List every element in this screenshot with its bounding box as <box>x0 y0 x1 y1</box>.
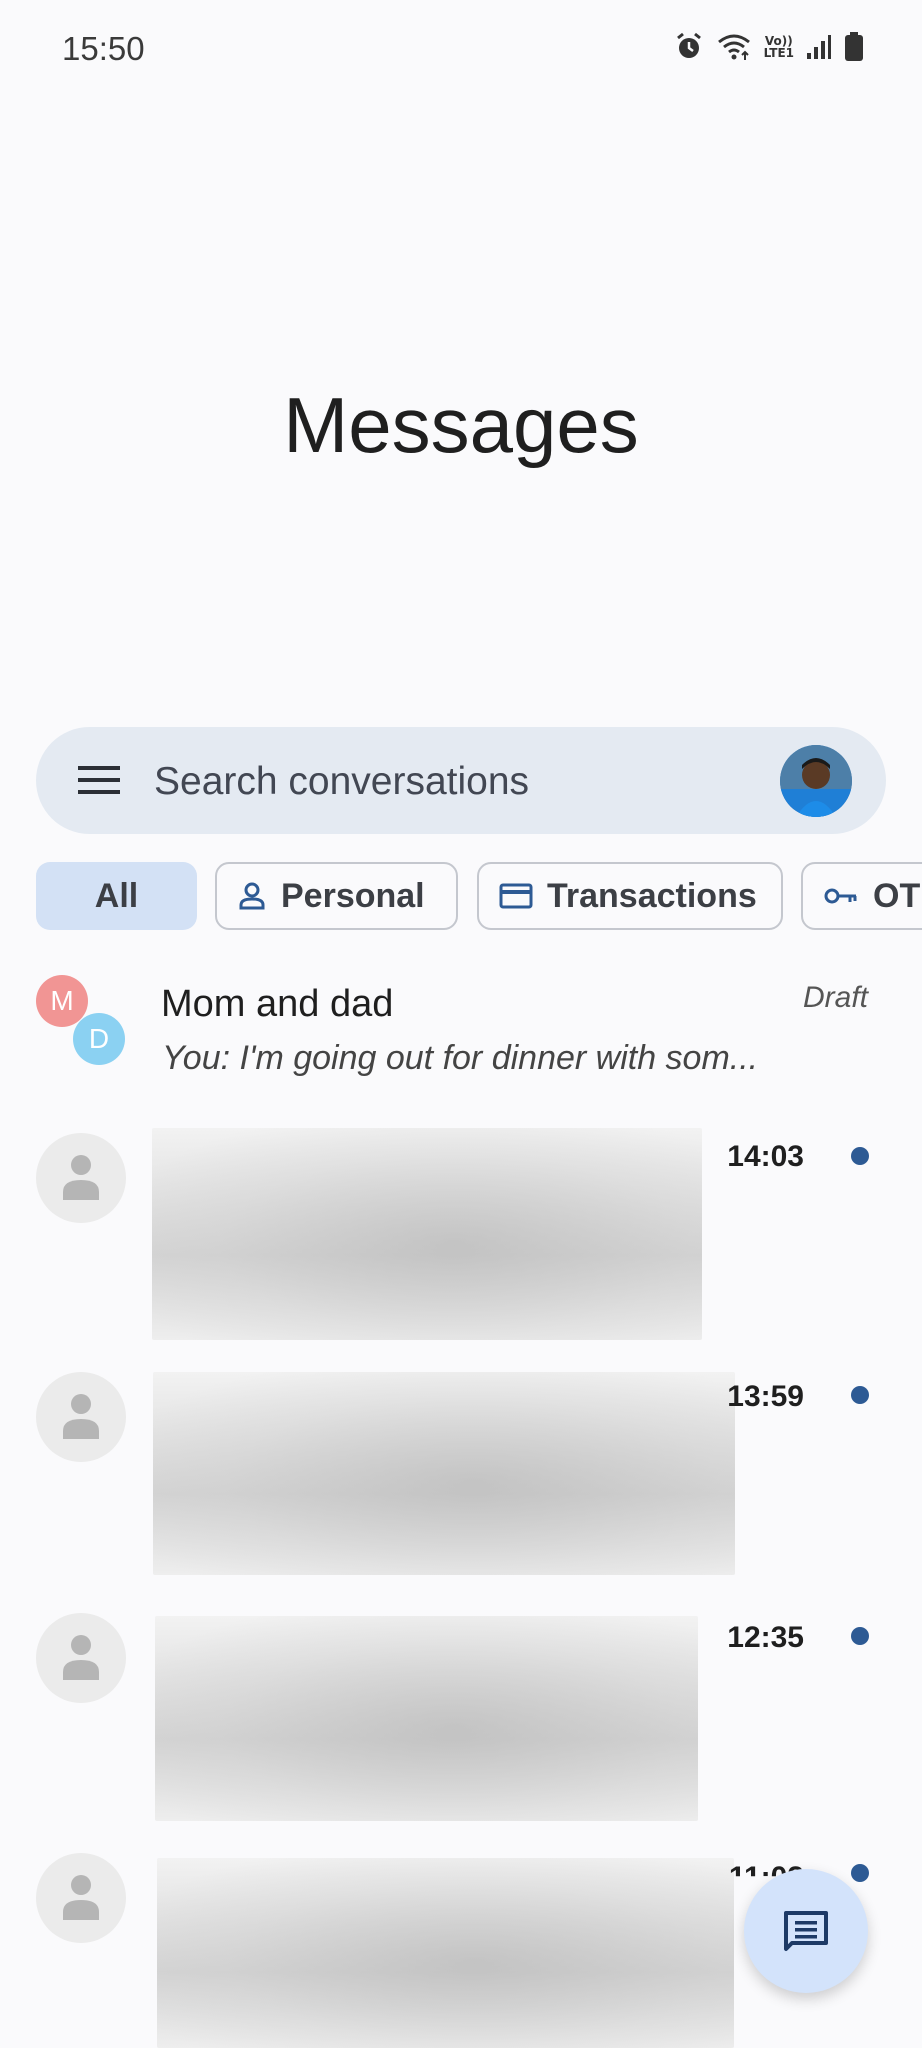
chip-personal[interactable]: Personal <box>215 862 458 930</box>
person-placeholder-icon <box>63 1635 99 1680</box>
conversation-time: 13:59 <box>727 1380 804 1413</box>
conversation-item[interactable]: M D Mom and dad You: I'm going out for d… <box>0 975 922 1085</box>
status-bar: 15:50 Vo)) LTE1 <box>0 0 922 100</box>
person-placeholder-icon <box>63 1155 99 1200</box>
key-icon <box>824 888 857 904</box>
chip-all-label: All <box>94 876 139 915</box>
menu-icon[interactable] <box>78 763 120 797</box>
conversation-time: 12:35 <box>727 1621 804 1654</box>
blurred-content <box>153 1372 735 1575</box>
chip-personal-label: Personal <box>281 876 425 915</box>
card-icon <box>499 883 533 909</box>
avatar-initial: D <box>73 1013 125 1065</box>
alarm-icon <box>676 32 701 58</box>
filter-chips: All Personal Transactions OTP <box>36 862 922 934</box>
blurred-content <box>157 1858 734 2048</box>
search-bar[interactable]: Search conversations <box>36 727 886 834</box>
draft-label: Draft <box>802 981 868 1014</box>
conversation-snippet: You: I'm going out for dinner with som..… <box>162 1039 759 1077</box>
person-icon <box>239 882 265 910</box>
contact-avatar <box>36 1853 126 1943</box>
page-title: Messages <box>283 381 639 469</box>
contact-avatar <box>36 1372 126 1462</box>
start-chat-button[interactable] <box>744 1869 868 1993</box>
unread-indicator <box>851 1627 869 1645</box>
contact-avatar <box>36 1613 126 1703</box>
chip-transactions[interactable]: Transactions <box>477 862 783 930</box>
conversation-item[interactable]: 12:35 <box>0 1613 922 1823</box>
conversation-item[interactable]: 13:59 <box>0 1372 922 1577</box>
battery-icon <box>845 32 863 61</box>
conversation-name: Mom and dad <box>161 983 394 1025</box>
conversation-item[interactable]: 14:03 <box>0 1128 922 1343</box>
unread-indicator <box>851 1386 869 1404</box>
person-placeholder-icon <box>63 1875 99 1920</box>
unread-indicator <box>851 1864 869 1882</box>
profile-photo <box>780 745 852 817</box>
chip-all[interactable]: All <box>36 862 197 930</box>
new-message-icon <box>784 1911 828 1951</box>
blurred-content <box>155 1616 698 1821</box>
signal-icon <box>807 35 831 59</box>
conversation-time: 14:03 <box>727 1140 804 1173</box>
chip-otp[interactable]: OTP <box>801 862 922 930</box>
avatar[interactable] <box>780 745 852 817</box>
contact-avatar <box>36 1133 126 1223</box>
chip-otp-label: OTP <box>873 876 922 915</box>
status-time: 15:50 <box>62 30 145 67</box>
person-placeholder-icon <box>63 1394 99 1439</box>
wifi-icon <box>717 34 750 60</box>
volte-icon: Vo)) LTE1 <box>763 34 794 60</box>
unread-indicator <box>851 1147 869 1165</box>
group-avatar: M D <box>36 975 126 1067</box>
chip-transactions-label: Transactions <box>547 876 757 915</box>
status-icons: Vo)) LTE1 <box>674 32 864 62</box>
blurred-content <box>152 1128 702 1340</box>
search-input[interactable]: Search conversations <box>154 760 529 804</box>
